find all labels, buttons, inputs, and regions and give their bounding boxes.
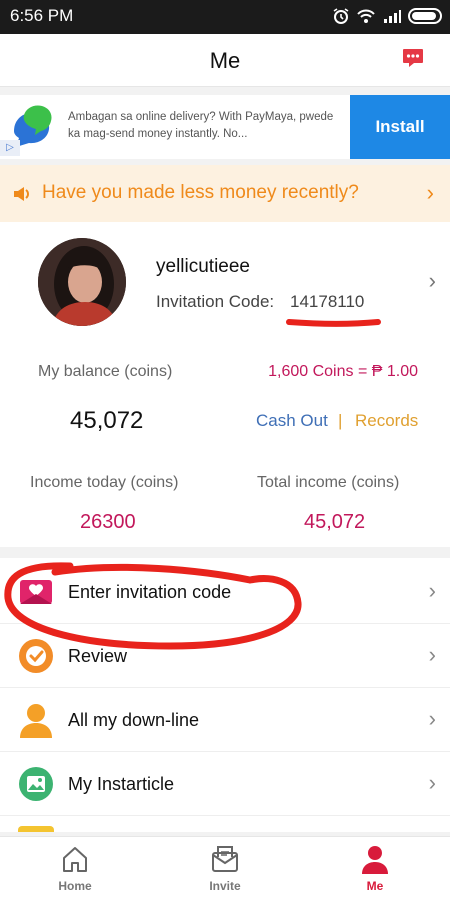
- menu-label: My Instarticle: [68, 774, 175, 794]
- balance-value: 45,072: [70, 407, 144, 434]
- home-icon: [63, 847, 87, 872]
- menu-list: Enter invitation code › Review › All my …: [0, 558, 450, 832]
- cash-out-link[interactable]: Cash Out: [256, 411, 328, 431]
- income-today-value: 26300: [80, 511, 136, 533]
- person-icon: [20, 704, 52, 738]
- battery-icon: [408, 8, 442, 24]
- menu-item-all-my-down-line[interactable]: All my down-line ›: [0, 688, 450, 752]
- total-income-value: 45,072: [304, 511, 366, 533]
- chevron-right-icon: ›: [428, 770, 436, 795]
- chevron-right-icon: ›: [428, 268, 436, 293]
- partial-menu-icon: [18, 826, 54, 832]
- bottom-navigation: Home Invite Me: [0, 836, 450, 900]
- picture-icon: [19, 767, 53, 801]
- menu-item-review[interactable]: Review ›: [0, 624, 450, 688]
- profile-card[interactable]: yellicutieee Invitation Code: 14178110 ›: [0, 222, 450, 347]
- alarm-icon: [333, 8, 349, 24]
- nav-label: Me: [366, 879, 384, 893]
- nav-home[interactable]: Home: [0, 837, 150, 900]
- ad-banner[interactable]: Ambagan sa online delivery? With PayMaya…: [0, 95, 450, 159]
- adchoices-icon[interactable]: ▷: [0, 140, 20, 156]
- earnings-notice-banner[interactable]: Have you made less money recently? ›: [0, 165, 450, 222]
- app-header: Me: [0, 34, 450, 87]
- notice-text: Have you made less money recently?: [42, 182, 359, 203]
- nav-me[interactable]: Me: [300, 837, 450, 900]
- speaker-icon: [14, 187, 29, 201]
- chevron-right-icon: ›: [428, 642, 436, 667]
- menu-item-enter-invitation-code[interactable]: Enter invitation code ›: [0, 560, 450, 624]
- invite-envelope-icon: [212, 846, 238, 872]
- person-icon: [362, 846, 388, 874]
- chevron-right-icon: ›: [426, 180, 434, 205]
- income-today-label: Income today (coins): [30, 474, 179, 491]
- link-separator: |: [338, 411, 343, 430]
- red-underline-annotation: [286, 319, 381, 327]
- install-button[interactable]: Install: [350, 95, 450, 159]
- wallet-panel: My balance (coins) 1,600 Coins = ₱ 1.00 …: [0, 347, 450, 547]
- menu-label: Review: [68, 646, 128, 666]
- page-title: Me: [209, 48, 241, 73]
- chevron-right-icon: ›: [428, 578, 436, 603]
- total-income-label: Total income (coins): [257, 474, 400, 491]
- review-check-icon: [19, 639, 53, 673]
- nav-label: Home: [58, 879, 92, 893]
- message-icon[interactable]: [401, 46, 425, 70]
- nav-label: Invite: [209, 879, 241, 893]
- username: yellicutieee: [156, 256, 250, 277]
- invitation-code-value: 14178110: [290, 292, 365, 311]
- nav-invite[interactable]: Invite: [150, 837, 300, 900]
- chevron-right-icon: ›: [428, 706, 436, 731]
- menu-item-my-instarticle[interactable]: My Instarticle ›: [0, 752, 450, 816]
- wifi-icon: [357, 9, 375, 23]
- status-icons: [332, 7, 442, 25]
- coin-exchange-rate: 1,600 Coins = ₱ 1.00: [268, 363, 418, 380]
- signal-icon: [384, 10, 401, 23]
- menu-label: All my down-line: [68, 710, 200, 730]
- invitation-code-label: Invitation Code:: [156, 292, 275, 311]
- envelope-heart-icon: [20, 580, 52, 604]
- avatar[interactable]: [38, 238, 126, 326]
- records-link[interactable]: Records: [355, 411, 418, 431]
- balance-label: My balance (coins): [38, 363, 173, 380]
- status-time: 6:56 PM: [10, 6, 74, 25]
- status-bar: 6:56 PM: [0, 0, 450, 34]
- ad-text: Ambagan sa online delivery? With PayMaya…: [68, 111, 334, 140]
- avatar-photo: [38, 238, 126, 326]
- menu-label: Enter invitation code: [68, 582, 232, 602]
